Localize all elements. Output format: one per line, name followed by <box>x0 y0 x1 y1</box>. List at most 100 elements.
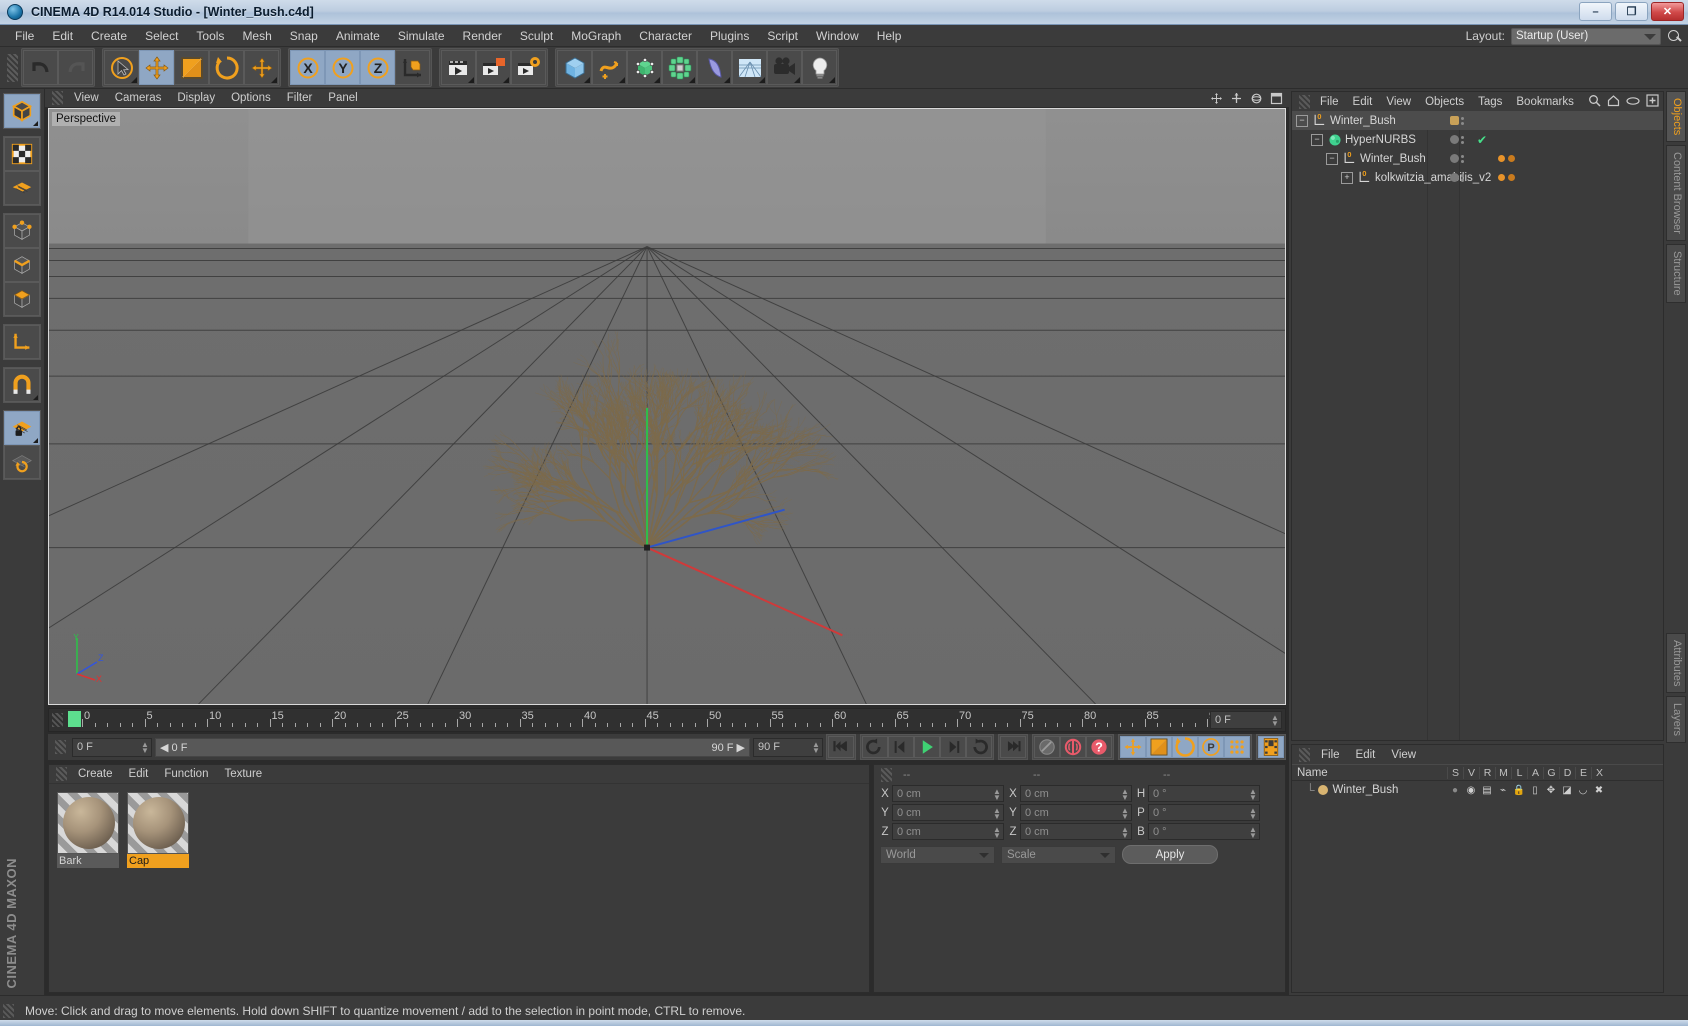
menu-select[interactable]: Select <box>136 27 187 45</box>
object-dot-top[interactable] <box>1461 154 1464 158</box>
coord-field-position-y[interactable]: 0 cm ▲ ▼ <box>892 804 1004 821</box>
spinner-icon[interactable]: ▲ ▼ <box>1121 826 1129 840</box>
layer-toggle-m[interactable]: ⌁ <box>1495 785 1511 796</box>
close-button[interactable]: ✕ <box>1651 2 1684 21</box>
material-preview[interactable] <box>127 792 189 854</box>
current-time-marker[interactable] <box>68 711 81 727</box>
coord-field-rotation-h[interactable]: 0 ° ▲ ▼ <box>1148 785 1260 802</box>
layer-row[interactable]: └ Winter_Bush ● ◉ ▤ ⌁ 🔒 ▯ ✥ ◪ ◡ ✖ <box>1292 781 1663 799</box>
object-tag-icon[interactable] <box>1498 174 1505 181</box>
position-key-icon[interactable] <box>1120 736 1146 758</box>
viewport-menu-cameras[interactable]: Cameras <box>107 91 170 105</box>
right-tab-layers[interactable]: Layers <box>1666 696 1686 744</box>
rotate-view-icon[interactable] <box>1250 92 1263 105</box>
record-active-objects-icon[interactable] <box>1034 736 1060 758</box>
material-item[interactable]: Bark <box>57 792 119 868</box>
minimize-button[interactable]: – <box>1579 2 1612 21</box>
axis-modify-icon[interactable] <box>4 325 40 359</box>
preview-end-field[interactable]: 90 F ▲ ▼ <box>753 737 823 757</box>
expander-minus-icon[interactable]: − <box>1326 152 1338 165</box>
workplane-rotate-icon[interactable] <box>4 445 40 479</box>
object-tree-row[interactable]: −0 Winter_Bush <box>1292 111 1663 130</box>
panel-grip-icon[interactable] <box>1299 747 1310 762</box>
right-tab-attributes[interactable]: Attributes <box>1666 632 1686 694</box>
coord-field-rotation-b[interactable]: 0 ° ▲ ▼ <box>1148 823 1260 840</box>
spinner-icon[interactable]: ▲ ▼ <box>812 740 820 754</box>
object-tree-row[interactable]: −0 Winter_Bush <box>1292 149 1663 168</box>
keyframe-selection-icon[interactable]: ? <box>1086 736 1112 758</box>
object-menu-objects[interactable]: Objects <box>1418 95 1471 109</box>
object-dot-bottom[interactable] <box>1461 121 1464 125</box>
spinner-icon[interactable]: ▲ ▼ <box>1271 714 1279 728</box>
spinner-icon[interactable]: ▲ ▼ <box>993 826 1001 840</box>
menu-character[interactable]: Character <box>630 27 701 45</box>
next-key-icon[interactable] <box>966 736 992 758</box>
object-visibility-dot[interactable] <box>1450 173 1459 182</box>
world-axis-icon[interactable] <box>244 50 279 85</box>
maximize-view-icon[interactable] <box>1270 92 1283 105</box>
object-visibility-dot[interactable] <box>1450 154 1459 163</box>
menu-file[interactable]: File <box>6 27 43 45</box>
home-icon[interactable] <box>1607 94 1620 107</box>
spinner-icon[interactable]: ▲ ▼ <box>993 788 1001 802</box>
spinner-icon[interactable]: ▲ ▼ <box>1121 807 1129 821</box>
menu-help[interactable]: Help <box>868 27 911 45</box>
viewport-menu-view[interactable]: View <box>66 91 107 105</box>
layer-toggle-s[interactable]: ● <box>1447 785 1463 796</box>
spinner-icon[interactable]: ▲ ▼ <box>1249 807 1257 821</box>
object-dot-bottom[interactable] <box>1461 159 1464 163</box>
viewport-menu-display[interactable]: Display <box>169 91 223 105</box>
pan-icon[interactable] <box>1210 92 1223 105</box>
render-view-icon[interactable] <box>441 50 476 85</box>
model-mode-icon[interactable] <box>4 94 40 128</box>
camera-icon[interactable] <box>767 50 802 85</box>
coord-field-size-y[interactable]: 0 cm ▲ ▼ <box>1020 804 1132 821</box>
timeline-icon[interactable] <box>1258 736 1284 758</box>
object-enabled-check-icon[interactable]: ✔ <box>1474 133 1490 147</box>
next-frame-icon[interactable] <box>940 736 966 758</box>
panel-grip-icon[interactable] <box>56 767 67 781</box>
add-icon[interactable] <box>1646 94 1659 107</box>
viewport-menu-panel[interactable]: Panel <box>320 91 365 105</box>
scale-key-icon[interactable] <box>1146 736 1172 758</box>
edges-mode-icon[interactable] <box>4 248 40 282</box>
layer-menu-file[interactable]: File <box>1313 748 1348 762</box>
layer-toggle-g[interactable]: ✥ <box>1543 785 1559 796</box>
layer-column-g[interactable]: G <box>1543 766 1559 779</box>
object-tree-row[interactable]: +0 kolkwitzia_amabilis_v2 <box>1292 168 1663 187</box>
scale-icon[interactable] <box>174 50 209 85</box>
object-dot-bottom[interactable] <box>1461 178 1464 182</box>
material-item[interactable]: Cap <box>127 792 189 868</box>
parameter-key-icon[interactable]: P <box>1198 736 1224 758</box>
maximize-button[interactable]: ❐ <box>1615 2 1648 21</box>
toolbar-grip-icon[interactable] <box>7 53 18 82</box>
right-tab-structure[interactable]: Structure <box>1666 244 1686 303</box>
object-menu-file[interactable]: File <box>1313 95 1346 109</box>
layer-column-r[interactable]: R <box>1479 766 1495 779</box>
light-icon[interactable] <box>802 50 837 85</box>
layer-column-s[interactable]: S <box>1447 766 1463 779</box>
spline-icon[interactable] <box>592 50 627 85</box>
object-visibility-dot[interactable] <box>1450 116 1459 125</box>
menu-script[interactable]: Script <box>758 27 807 45</box>
render-picture-viewer-icon[interactable] <box>476 50 511 85</box>
undo-icon[interactable] <box>23 50 58 85</box>
object-axis-icon[interactable] <box>4 171 40 205</box>
menu-tools[interactable]: Tools <box>187 27 233 45</box>
object-tag-icon[interactable] <box>1498 155 1505 162</box>
layer-toggle-x[interactable]: ✖ <box>1591 785 1607 796</box>
layer-toggle-r[interactable]: ▤ <box>1479 785 1495 796</box>
eye-icon[interactable] <box>1626 96 1640 106</box>
coord-field-rotation-p[interactable]: 0 ° ▲ ▼ <box>1148 804 1260 821</box>
expander-plus-icon[interactable]: + <box>1341 171 1353 184</box>
panel-grip-icon[interactable] <box>52 91 63 105</box>
spinner-icon[interactable]: ▲ ▼ <box>993 807 1001 821</box>
panel-grip-icon[interactable] <box>55 740 66 754</box>
autokeying-icon[interactable] <box>1060 736 1086 758</box>
menu-mograph[interactable]: MoGraph <box>562 27 630 45</box>
material-menu-edit[interactable]: Edit <box>121 767 157 781</box>
menu-plugins[interactable]: Plugins <box>701 27 758 45</box>
coord-field-position-z[interactable]: 0 cm ▲ ▼ <box>892 823 1004 840</box>
previous-frame-icon[interactable] <box>888 736 914 758</box>
floor-icon[interactable] <box>732 50 767 85</box>
